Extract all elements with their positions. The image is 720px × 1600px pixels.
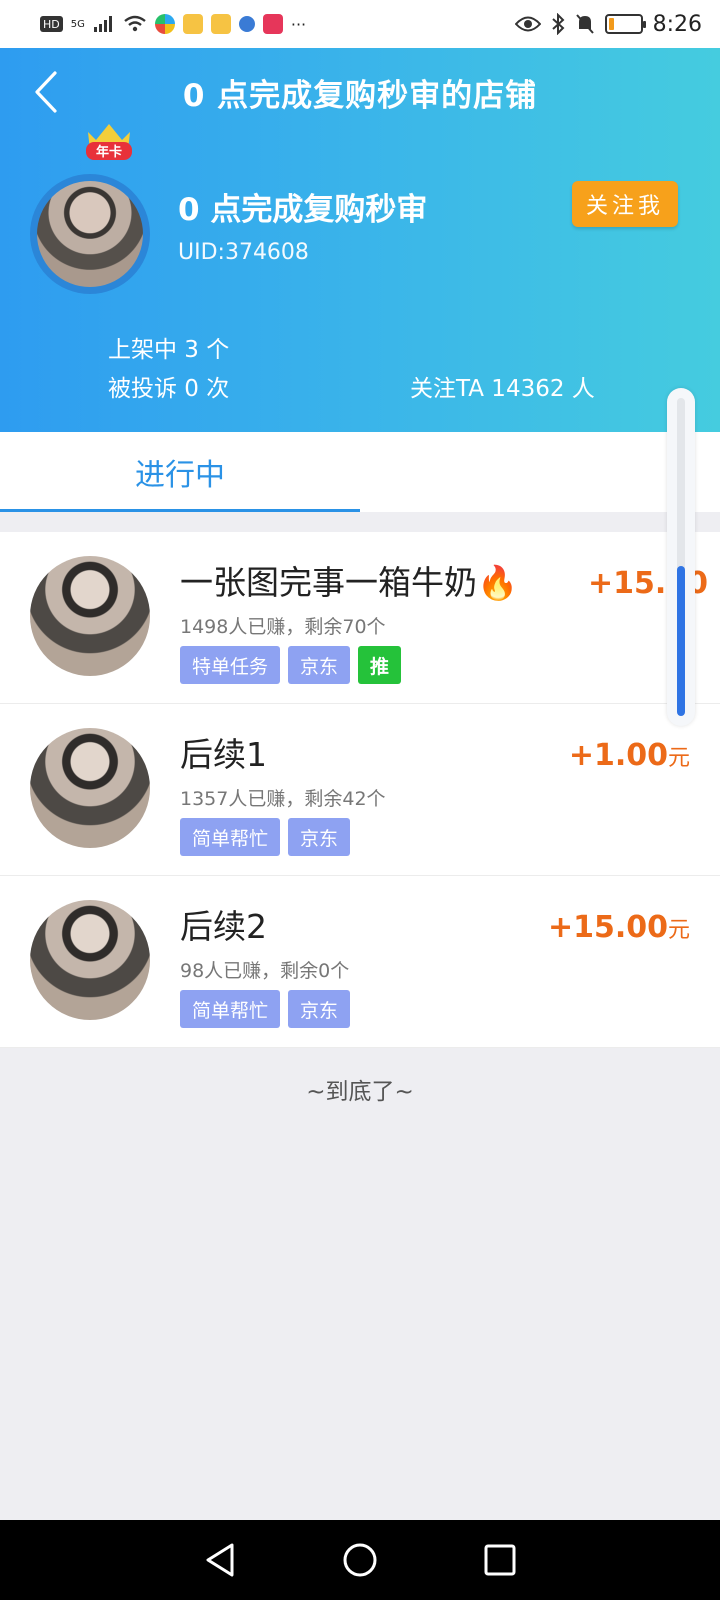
video-icon	[262, 14, 283, 34]
status-bar: HD 5G ··· 8:26	[0, 0, 720, 48]
avatar	[37, 181, 143, 287]
task-title: 一张图完事一箱牛奶🔥	[180, 563, 519, 602]
end-of-list-text: ~到底了~	[306, 1079, 414, 1105]
recommend-tag: 推	[358, 646, 402, 684]
tab-in-progress[interactable]: 进行中	[0, 432, 360, 512]
list-item[interactable]: 一张图完事一箱牛奶🔥 1498人已赚，剩余70个 特单任务 京东 推 +15.0…	[0, 532, 720, 704]
complaint-count: 被投诉 0 次	[108, 376, 230, 402]
task-avatar	[30, 900, 150, 1020]
nav-back-button[interactable]	[198, 1538, 242, 1582]
signal-icon	[93, 16, 112, 32]
triangle-back-icon	[206, 1543, 234, 1577]
task-title: 后续2	[180, 907, 267, 946]
task-avatar	[30, 556, 150, 676]
nav-home-button[interactable]	[338, 1538, 382, 1582]
listed-count: 上架中 3 个	[108, 337, 230, 363]
reward-unit: 元	[667, 746, 690, 771]
mute-icon	[575, 14, 594, 34]
task-meta: 98人已赚，剩余0个	[180, 960, 350, 982]
reward-amount: +15.00	[547, 910, 668, 945]
follower-count: 关注TA 14362 人	[410, 376, 595, 402]
task-reward: +15.00元	[548, 910, 690, 945]
follow-button[interactable]: 关注我	[572, 181, 678, 227]
task-tag: 京东	[288, 818, 351, 856]
tab-bar: 进行中	[0, 432, 720, 512]
year-card-badge-label: 年卡	[96, 144, 122, 160]
app-icon-1	[154, 14, 175, 34]
nav-recents-button[interactable]	[478, 1538, 522, 1582]
scrollbar[interactable]	[667, 388, 695, 726]
status-left: HD 5G ···	[40, 13, 306, 35]
app-icon-2	[238, 16, 255, 32]
battery-icon	[604, 14, 646, 34]
task-tags: 简单帮忙 京东	[180, 990, 351, 1028]
weibo-icon	[210, 14, 231, 34]
tab-indicator	[0, 509, 360, 512]
task-meta: 1498人已赚，剩余70个	[180, 616, 386, 638]
clock: 8:26	[652, 11, 702, 37]
task-list: 一张图完事一箱牛奶🔥 1498人已赚，剩余70个 特单任务 京东 推 +15.0…	[0, 532, 720, 1048]
network-label: 5G	[70, 18, 85, 30]
shop-name: 0 点完成复购秒审	[178, 192, 428, 228]
task-title: 后续1	[180, 735, 267, 774]
tab-label: 进行中	[135, 458, 225, 493]
task-tag: 京东	[288, 646, 351, 684]
task-tags: 特单任务 京东 推	[180, 646, 402, 684]
shop-header: 0 点完成复购秒审的店铺 年卡 0 点完成复购秒审 UID:374608 关注我…	[0, 48, 720, 432]
reward-amount: +1.00	[568, 738, 668, 773]
task-tag: 特单任务	[180, 646, 281, 684]
task-tag: 简单帮忙	[180, 990, 281, 1028]
task-reward: +1.00元	[569, 738, 690, 773]
reward-unit: 元	[667, 918, 690, 943]
circle-home-icon	[343, 1543, 377, 1577]
list-item[interactable]: 后续1 1357人已赚，剩余42个 简单帮忙 京东 +1.00元	[0, 704, 720, 876]
hd-label: HD	[40, 16, 63, 32]
task-tags: 简单帮忙 京东	[180, 818, 351, 856]
status-right: 8:26	[514, 11, 702, 37]
list-item[interactable]: 后续2 98人已赚，剩余0个 简单帮忙 京东 +15.00元	[0, 876, 720, 1048]
square-recents-icon	[484, 1544, 516, 1576]
scrollbar-thumb[interactable]	[677, 566, 685, 716]
system-nav-bar	[0, 1520, 720, 1600]
task-tag: 京东	[288, 990, 351, 1028]
task-tag: 简单帮忙	[180, 818, 281, 856]
more-notifications: ···	[290, 14, 307, 34]
page-title: 0 点完成复购秒审的店铺	[182, 78, 538, 114]
year-card-badge: 年卡	[86, 124, 132, 160]
task-meta: 1357人已赚，剩余42个	[180, 788, 386, 810]
weibo-icon	[182, 14, 203, 34]
bluetooth-icon	[551, 13, 565, 35]
eye-icon	[514, 16, 541, 32]
wifi-icon	[124, 15, 146, 32]
shop-uid: UID:374608	[178, 240, 309, 265]
task-avatar	[30, 728, 150, 848]
shop-avatar[interactable]	[30, 174, 150, 294]
